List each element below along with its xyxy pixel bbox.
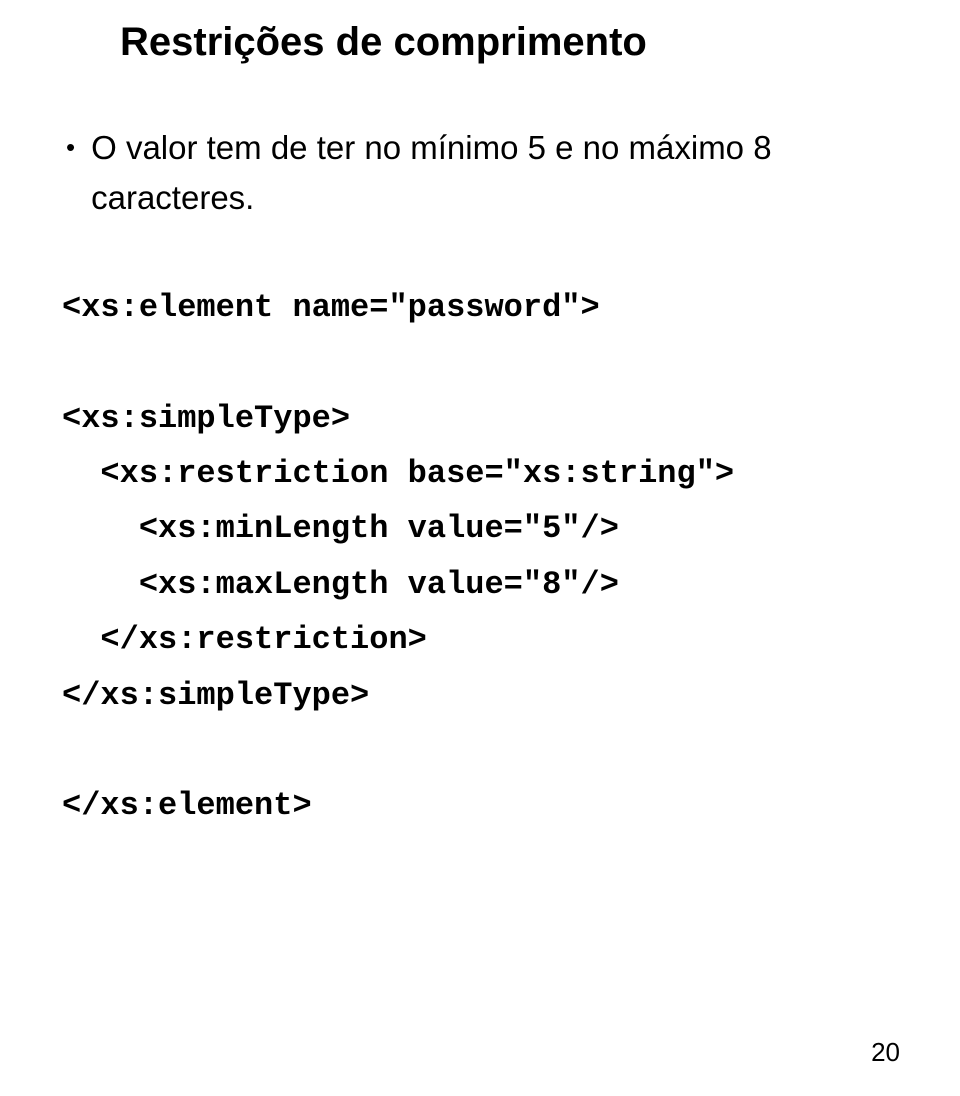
bullet-icon: • (66, 123, 75, 172)
bullet-text: O valor tem de ter no mínimo 5 e no máxi… (91, 123, 900, 222)
code-line: <xs:element name="password"> (62, 289, 600, 326)
page-title: Restrições de comprimento (120, 20, 900, 65)
code-line: </xs:element> (62, 787, 312, 824)
code-line: <xs:simpleType> (62, 400, 350, 437)
code-line: </xs:restriction> (62, 621, 427, 658)
code-line: </xs:simpleType> (62, 677, 369, 714)
code-line: <xs:maxLength value="8"/> (62, 566, 619, 603)
code-line: <xs:restriction base="xs:string"> (62, 455, 734, 492)
page-number: 20 (871, 1037, 900, 1068)
code-line: <xs:minLength value="5"/> (62, 510, 619, 547)
code-block: <xs:element name="password"> <xs:simpleT… (62, 280, 900, 834)
bullet-item: • O valor tem de ter no mínimo 5 e no má… (66, 123, 900, 222)
document-page: Restrições de comprimento • O valor tem … (0, 0, 960, 1096)
